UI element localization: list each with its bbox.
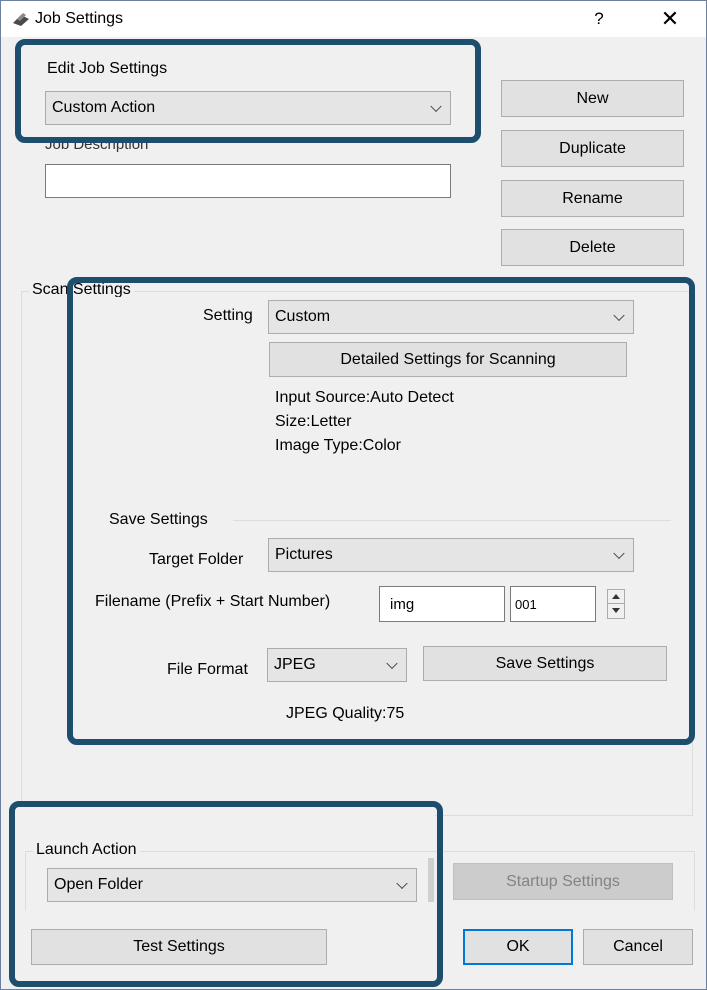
arrow-down-icon	[612, 608, 620, 613]
save-settings-section-label: Save Settings	[109, 511, 208, 528]
test-settings-button[interactable]: Test Settings	[31, 929, 327, 965]
spin-down-button[interactable]	[608, 604, 624, 618]
duplicate-button[interactable]: Duplicate	[501, 130, 684, 167]
target-folder-select[interactable]: Pictures	[268, 538, 634, 572]
new-button[interactable]: New	[501, 80, 684, 117]
help-button[interactable]: ?	[584, 7, 614, 31]
filename-prefix-input[interactable]: img	[379, 586, 505, 622]
size-info: Size:Letter	[275, 413, 352, 430]
input-source-info: Input Source:Auto Detect	[275, 389, 454, 406]
save-settings-button[interactable]: Save Settings	[423, 646, 667, 681]
arrow-up-icon	[612, 594, 620, 599]
chevron-down-icon	[430, 100, 442, 113]
chevron-down-icon	[613, 309, 625, 322]
launch-action-select[interactable]: Open Folder	[47, 868, 417, 902]
target-folder-label: Target Folder	[149, 551, 244, 568]
job-description-input[interactable]	[45, 164, 451, 198]
save-settings-divider	[233, 520, 671, 521]
start-number-spinner[interactable]	[607, 589, 625, 619]
ok-button[interactable]: OK	[463, 929, 573, 965]
setting-select-value: Custom	[275, 308, 331, 325]
setting-select[interactable]: Custom	[268, 300, 634, 334]
title-bar: Job Settings ? ✕	[1, 1, 706, 37]
chevron-down-icon	[386, 657, 398, 670]
setting-label: Setting	[203, 307, 253, 324]
spin-up-button[interactable]	[608, 590, 624, 604]
edit-job-label: Edit Job Settings	[47, 60, 168, 77]
close-button[interactable]: ✕	[652, 7, 688, 31]
image-type-info: Image Type:Color	[275, 437, 401, 454]
job-settings-window: Job Settings ? ✕ Job Description Edit Jo…	[0, 0, 707, 990]
edit-job-select[interactable]: Custom Action	[45, 91, 451, 125]
file-format-label: File Format	[167, 661, 248, 678]
edit-job-select-value: Custom Action	[52, 99, 156, 116]
rename-button[interactable]: Rename	[501, 180, 684, 217]
file-format-select-value: JPEG	[274, 656, 316, 673]
launch-action-label: Launch Action	[33, 841, 140, 859]
scanner-app-icon	[13, 13, 29, 26]
file-format-select[interactable]: JPEG	[267, 648, 407, 682]
delete-button[interactable]: Delete	[501, 229, 684, 266]
window-title: Job Settings	[35, 10, 124, 27]
chevron-down-icon	[396, 877, 408, 890]
startup-settings-button[interactable]: Startup Settings	[453, 863, 673, 900]
detailed-settings-button[interactable]: Detailed Settings for Scanning	[269, 342, 627, 377]
start-number-input[interactable]: 001	[510, 586, 596, 622]
filename-label: Filename (Prefix + Start Number)	[95, 593, 331, 610]
cancel-button[interactable]: Cancel	[583, 929, 693, 965]
target-folder-select-value: Pictures	[275, 546, 333, 563]
job-description-label: Job Description	[45, 136, 149, 153]
launch-action-select-value: Open Folder	[54, 876, 143, 893]
chevron-down-icon	[613, 547, 625, 560]
jpeg-quality-info: JPEG Quality:75	[286, 705, 405, 722]
launch-action-divider	[428, 858, 434, 902]
